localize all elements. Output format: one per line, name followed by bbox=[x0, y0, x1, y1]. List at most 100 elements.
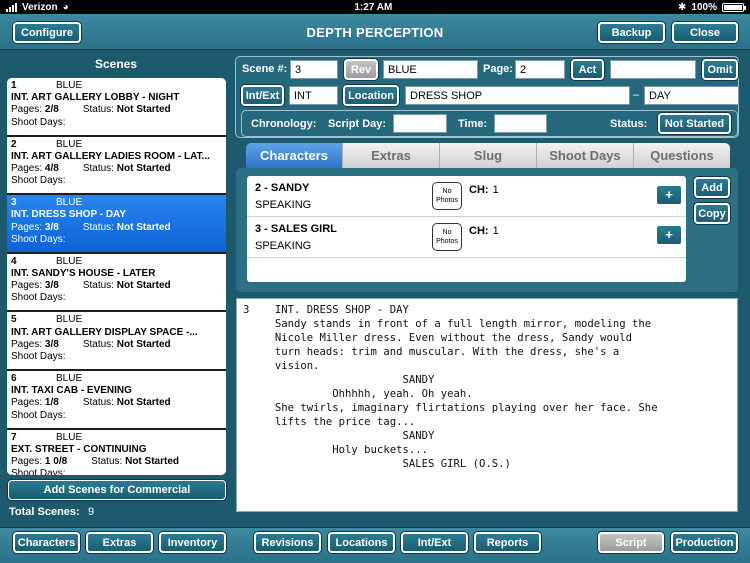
backup-button[interactable]: Backup bbox=[598, 22, 665, 43]
int-ext-input[interactable]: INT bbox=[289, 86, 338, 105]
pages-label: Pages: bbox=[11, 455, 43, 467]
scene-status: Not Started bbox=[116, 163, 171, 174]
location-button[interactable]: Location bbox=[343, 85, 399, 106]
script-day-input[interactable] bbox=[393, 114, 447, 133]
script-viewer[interactable]: 3 INT. DRESS SHOP - DAY Sandy stands in … bbox=[236, 298, 738, 512]
character-role: SPEAKING bbox=[255, 199, 312, 211]
nav-production-button[interactable]: Production bbox=[671, 532, 738, 553]
scene-heading: INT. ART GALLERY LADIES ROOM - LAT... bbox=[11, 150, 210, 162]
ch-label: CH: bbox=[469, 184, 489, 196]
add-scenes-commercial-button[interactable]: Add Scenes for Commercial bbox=[8, 480, 226, 500]
status-bar: Verizon ◕ 1:27 AM ✱ 100% bbox=[0, 0, 750, 14]
scene-color: BLUE bbox=[56, 372, 83, 384]
nav-reports-button[interactable]: Reports bbox=[474, 532, 541, 553]
shoot-days-label: Shoot Days: bbox=[11, 292, 66, 304]
scene-status: Not Started bbox=[116, 280, 171, 292]
scene-color: BLUE bbox=[56, 255, 83, 267]
character-role: SPEAKING bbox=[255, 240, 312, 252]
character-row[interactable]: 2 - SANDY SPEAKING No Photos CH: 1 + bbox=[247, 176, 686, 217]
detail-tabs: Characters Extras Slug Shoot Days Questi… bbox=[246, 143, 730, 169]
script-line: SALES GIRL (O.S.) bbox=[243, 458, 511, 470]
no-photos-thumbnail[interactable]: No Photos bbox=[432, 182, 462, 210]
page-label: Page: bbox=[483, 63, 513, 75]
scene-item-selected[interactable]: 3 BLUE INT. DRESS SHOP - DAY Pages: 3/8 St… bbox=[7, 195, 226, 254]
character-ch: CH: 1 bbox=[469, 184, 499, 196]
wifi-icon: ◕ bbox=[62, 1, 69, 13]
rev-button[interactable]: Rev bbox=[344, 59, 378, 80]
scene-number-label: Scene #: bbox=[242, 63, 288, 75]
scene-status: Not Started bbox=[116, 338, 171, 350]
shoot-days-label: Shoot Days: bbox=[11, 116, 66, 128]
total-scenes-value: 9 bbox=[88, 506, 95, 518]
scene-item[interactable]: 5 BLUE INT. ART GALLERY DISPLAY SPACE -..… bbox=[7, 312, 226, 371]
page-input[interactable]: 2 bbox=[515, 60, 565, 79]
scene-pages: 3/8 bbox=[44, 338, 59, 350]
nav-extras-button[interactable]: Extras bbox=[86, 532, 153, 553]
nav-revisions-button[interactable]: Revisions bbox=[254, 532, 321, 553]
carrier-name: Verizon bbox=[22, 1, 58, 13]
scene-heading: INT. ART GALLERY DISPLAY SPACE -... bbox=[11, 326, 198, 338]
pages-label: Pages: bbox=[11, 280, 43, 292]
scene-status: Not Started bbox=[116, 104, 171, 116]
scene-number-input[interactable]: 3 bbox=[290, 60, 338, 79]
scene-number: 7 bbox=[11, 431, 17, 443]
signal-icon bbox=[6, 2, 17, 12]
script-line: SANDY bbox=[243, 374, 435, 386]
nav-characters-button[interactable]: Characters bbox=[13, 532, 80, 553]
nav-script-button[interactable]: Script bbox=[598, 532, 664, 553]
no-photos-thumbnail[interactable]: No Photos bbox=[432, 223, 462, 251]
nav-int-ext-button[interactable]: Int/Ext bbox=[401, 532, 468, 553]
scene-color: BLUE bbox=[56, 314, 83, 326]
script-line: vision. bbox=[243, 360, 320, 372]
tab-characters[interactable]: Characters bbox=[246, 143, 342, 169]
shoot-days-label: Shoot Days: bbox=[11, 409, 66, 421]
act-input[interactable] bbox=[610, 60, 696, 79]
scene-heading: INT. SANDY'S HOUSE - LATER bbox=[11, 267, 156, 279]
copy-character-button[interactable]: Copy bbox=[694, 203, 730, 224]
ch-value: 1 bbox=[492, 225, 499, 237]
scene-pages: 1 0/8 bbox=[44, 455, 68, 467]
script-line: She twirls, imaginary flirtations playin… bbox=[243, 402, 658, 414]
chronology-label: Chronology: bbox=[251, 118, 317, 130]
scene-item[interactable]: 7 BLUE EXT. STREET - CONTINUING Pages: 1 … bbox=[7, 429, 226, 475]
omit-button[interactable]: Omit bbox=[702, 59, 738, 80]
configure-button[interactable]: Configure bbox=[13, 22, 81, 43]
scene-item[interactable]: 2 BLUE INT. ART GALLERY LADIES ROOM - LAT… bbox=[7, 136, 226, 196]
scene-color: BLUE bbox=[56, 80, 83, 91]
add-character-button[interactable]: Add bbox=[694, 177, 730, 198]
scene-number: 2 bbox=[11, 138, 17, 150]
tab-extras[interactable]: Extras bbox=[342, 143, 439, 169]
scene-list[interactable]: 1 BLUE INT. ART GALLERY LOBBY - NIGHT Pag… bbox=[7, 78, 226, 475]
character-ch: CH: 1 bbox=[469, 225, 499, 237]
character-plus-button[interactable]: + bbox=[655, 184, 683, 206]
scene-number: 3 bbox=[11, 197, 17, 209]
character-name: 2 - SANDY bbox=[255, 182, 310, 194]
pages-label: Pages: bbox=[11, 397, 43, 409]
nav-inventory-button[interactable]: Inventory bbox=[159, 532, 226, 553]
location-input[interactable]: DRESS SHOP bbox=[405, 86, 630, 105]
int-ext-button[interactable]: Int/Ext bbox=[241, 85, 284, 106]
scene-item[interactable]: 1 BLUE INT. ART GALLERY LOBBY - NIGHT Pag… bbox=[7, 78, 226, 137]
close-button[interactable]: Close bbox=[672, 22, 738, 43]
script-line: 3 INT. DRESS SHOP - DAY bbox=[243, 304, 409, 316]
tab-questions[interactable]: Questions bbox=[633, 143, 730, 169]
tab-slug[interactable]: Slug bbox=[439, 143, 536, 169]
scene-item[interactable]: 4 BLUE INT. SANDY'S HOUSE - LATER Pages: … bbox=[7, 253, 226, 313]
nav-locations-button[interactable]: Locations bbox=[328, 532, 395, 553]
act-button[interactable]: Act bbox=[571, 59, 604, 80]
status-label: Status: bbox=[91, 455, 123, 467]
revision-color-input[interactable]: BLUE bbox=[383, 60, 478, 79]
status-button[interactable]: Not Started bbox=[658, 113, 731, 134]
character-row[interactable]: 3 - SALES GIRL SPEAKING No Photos CH: 1 + bbox=[247, 217, 686, 258]
shoot-days-label: Shoot Days: bbox=[11, 233, 66, 245]
time-of-day-input[interactable]: DAY bbox=[644, 86, 739, 105]
scene-heading: EXT. STREET - CONTINUING bbox=[11, 443, 147, 455]
tab-shoot-days[interactable]: Shoot Days bbox=[536, 143, 633, 169]
character-plus-button[interactable]: + bbox=[655, 224, 683, 246]
time-input[interactable] bbox=[494, 114, 547, 133]
status-label: Status: bbox=[82, 221, 114, 233]
scene-item[interactable]: 6 BLUE INT. TAXI CAB - EVENING Pages: 1/8… bbox=[7, 370, 226, 430]
battery-percent: 100% bbox=[691, 1, 717, 13]
scene-number: 1 bbox=[11, 80, 17, 91]
character-list[interactable]: 2 - SANDY SPEAKING No Photos CH: 1 + 3 - … bbox=[247, 176, 686, 282]
